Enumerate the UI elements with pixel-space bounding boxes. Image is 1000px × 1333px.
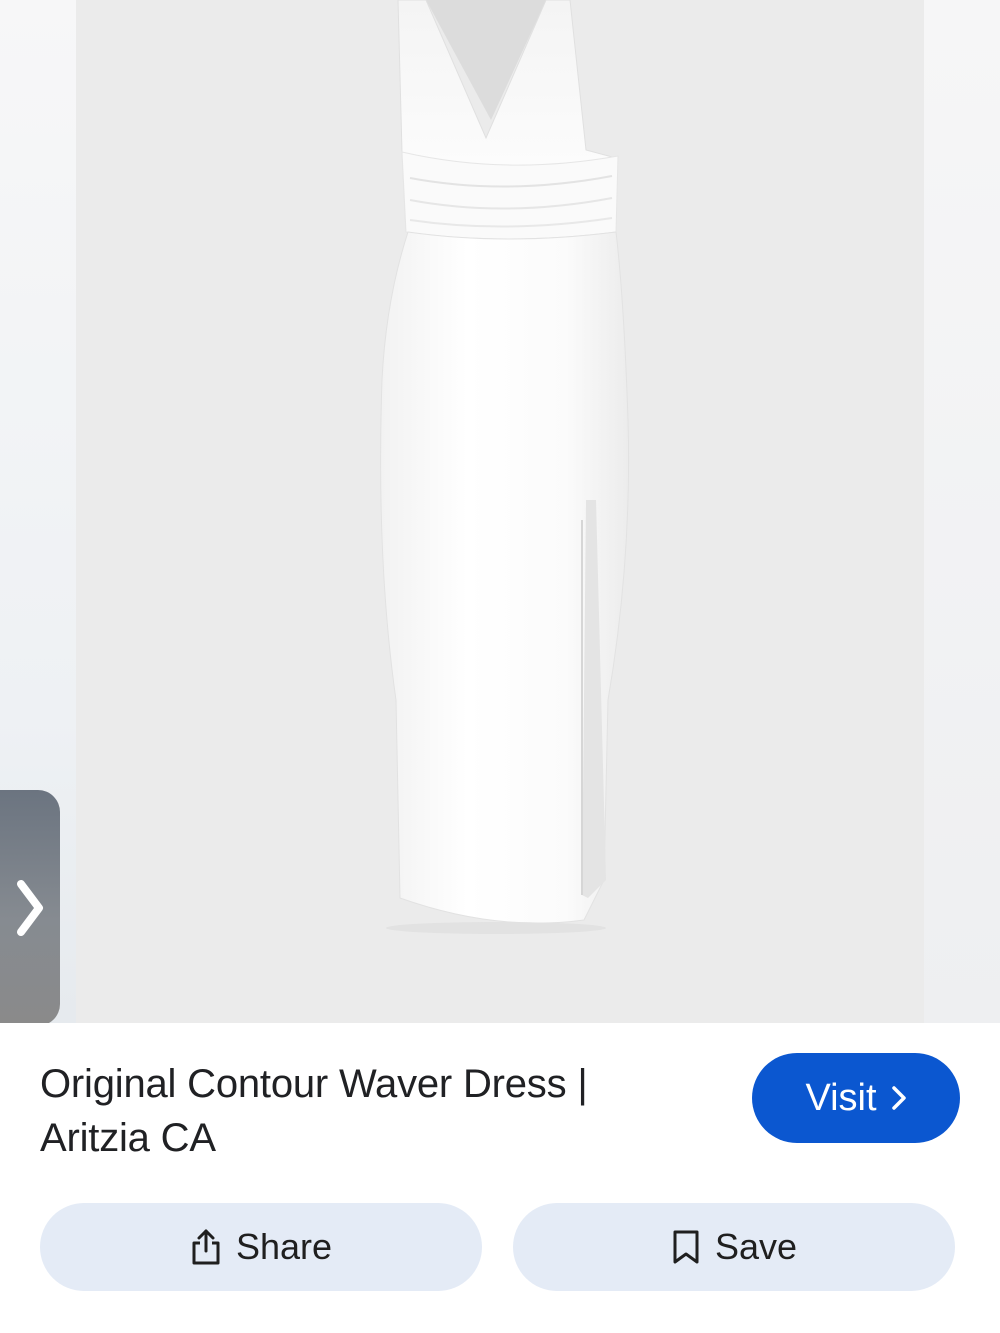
bookmark-icon [671,1229,701,1265]
product-title[interactable]: Original Contour Waver Dress | Aritzia C… [40,1057,700,1165]
save-label: Save [714,1226,798,1267]
side-panel-toggle[interactable] [0,790,60,1026]
image-viewer: Original Contour Waver Dress | Aritzia C… [0,0,1000,1333]
share-icon [190,1227,222,1267]
dress-illustration [380,0,630,934]
visit-button[interactable]: Visit [752,1053,960,1143]
save-button[interactable]: Save [513,1203,955,1291]
share-label: Share [235,1226,333,1267]
visit-label: Visit [805,1076,877,1119]
chevron-right-icon [891,1085,907,1111]
product-image[interactable] [76,0,924,1023]
product-info-panel: Original Contour Waver Dress | Aritzia C… [0,1023,1000,1333]
right-gutter [924,0,1000,1023]
chevron-right-icon [17,880,43,936]
share-button[interactable]: Share [40,1203,482,1291]
